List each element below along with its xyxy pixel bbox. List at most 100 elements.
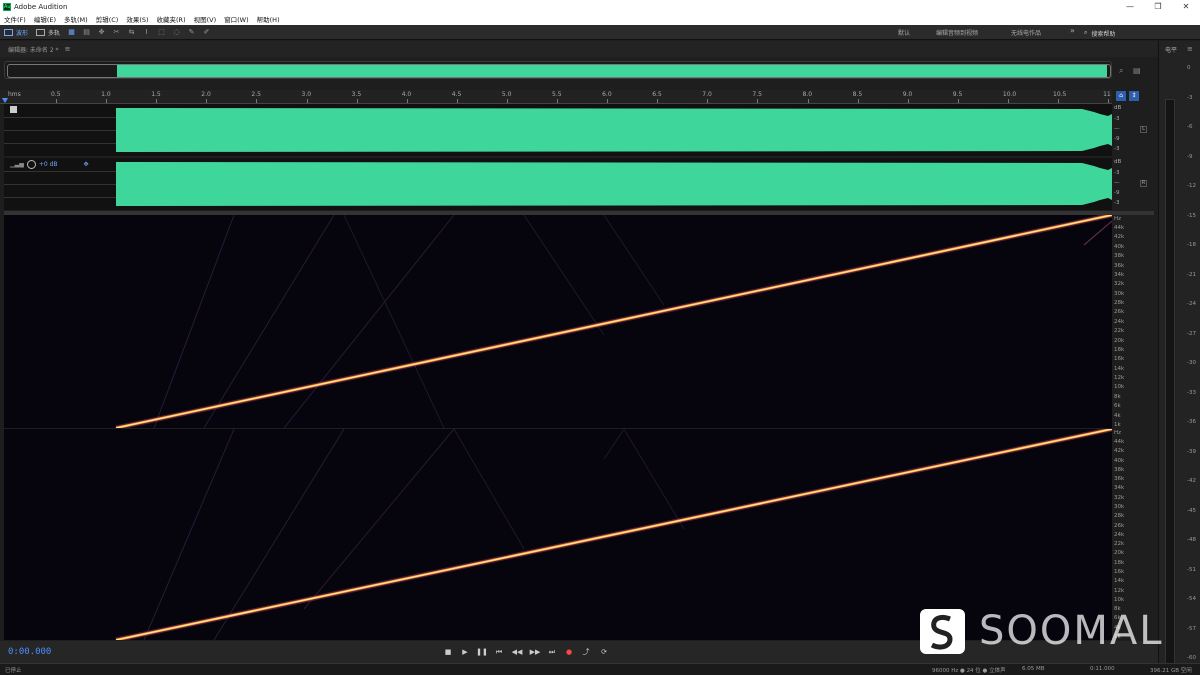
go-to-end-button[interactable]: ⏭ bbox=[546, 646, 558, 658]
soomal-logo bbox=[920, 608, 965, 654]
waveform-left-shape bbox=[116, 108, 1112, 152]
brush-tool-icon[interactable]: ✎ bbox=[187, 28, 196, 37]
move-tool-icon[interactable]: ✥ bbox=[97, 28, 106, 37]
hz-tick-label: 22k bbox=[1114, 541, 1125, 548]
overview-view-range[interactable] bbox=[7, 64, 1111, 78]
rewind-button[interactable]: ◀◀ bbox=[511, 646, 523, 658]
record-button[interactable]: ● bbox=[563, 646, 575, 658]
menu-clip[interactable]: 剪辑(C) bbox=[96, 14, 119, 24]
right-channel-badge[interactable]: R bbox=[1140, 180, 1147, 187]
ruler-tick-label: 9.0 bbox=[902, 91, 913, 98]
loop-playback-button[interactable]: ⤴ bbox=[580, 646, 592, 658]
editor-title[interactable]: 编辑器: 未命名 2 * bbox=[8, 45, 59, 54]
file-size: 6.05 MB bbox=[1022, 666, 1045, 672]
overview-navigator[interactable] bbox=[4, 61, 1112, 79]
fast-forward-button[interactable]: ▶▶ bbox=[529, 646, 541, 658]
hz-tick-label: 32k bbox=[1114, 281, 1125, 288]
hz-tick-label: 26k bbox=[1114, 522, 1125, 529]
panel-menu-icon[interactable]: ≡ bbox=[65, 45, 71, 53]
stop-button[interactable]: ■ bbox=[442, 646, 454, 658]
workspace-radio-production[interactable]: 无线电作品 bbox=[1011, 28, 1041, 37]
hz-tick-label: 32k bbox=[1114, 494, 1125, 501]
channel-select-icon[interactable] bbox=[10, 106, 17, 113]
zoom-to-fit-icon[interactable]: ⌕ bbox=[1119, 66, 1123, 76]
search-help-field[interactable]: ⌕ 搜索帮助 bbox=[1084, 28, 1158, 38]
ruler-tick bbox=[456, 99, 458, 103]
playback-status: 已停止 bbox=[5, 668, 22, 674]
pause-button[interactable]: ❚❚ bbox=[476, 646, 488, 658]
close-button[interactable]: ✕ bbox=[1172, 0, 1200, 13]
skip-selection-button[interactable]: ⟳ bbox=[598, 646, 610, 658]
menu-multitrack[interactable]: 多轨(M) bbox=[64, 14, 88, 24]
menu-file[interactable]: 文件(F) bbox=[4, 14, 26, 24]
menu-effects[interactable]: 效果(S) bbox=[126, 14, 148, 24]
hz-tick-label: 20k bbox=[1114, 337, 1125, 344]
minimize-button[interactable]: — bbox=[1116, 0, 1144, 13]
workspace-edit-audio-to-video[interactable]: 编辑音频到视频 bbox=[936, 28, 978, 37]
time-selection-tool-icon[interactable]: I bbox=[142, 28, 151, 37]
db-tick-infinity: — bbox=[1114, 126, 1120, 132]
slip-tool-icon[interactable]: ⇆ bbox=[127, 28, 136, 37]
hz-tick-label: 30k bbox=[1114, 504, 1125, 510]
ruler-tick-label: 5.5 bbox=[552, 91, 562, 98]
go-to-start-button[interactable]: ⏮ bbox=[493, 646, 505, 658]
ruler-tick-label: 2.0 bbox=[201, 91, 211, 98]
multitrack-view-button[interactable]: 多轨 bbox=[32, 27, 64, 38]
ruler-tick bbox=[106, 99, 108, 103]
workspace-default[interactable]: 默认 bbox=[898, 28, 910, 37]
ruler-tick-label: 10.0 bbox=[1002, 91, 1017, 98]
menu-edit[interactable]: 编辑(E) bbox=[34, 14, 56, 24]
menu-favorites[interactable]: 收藏夹(R) bbox=[157, 14, 186, 24]
db-scale-left: dB -3 — -9 -3 L bbox=[1112, 104, 1156, 156]
current-time-display[interactable]: 0:00.000 bbox=[8, 647, 51, 657]
spectral-frequency-icon[interactable]: ▦ bbox=[67, 28, 76, 37]
ruler-tick-label: 7.5 bbox=[752, 91, 762, 98]
left-channel-badge[interactable]: L bbox=[1140, 126, 1147, 133]
lasso-tool-icon[interactable]: ◌ bbox=[172, 28, 181, 37]
time-ruler[interactable]: hms 0.5 1.0 1.5 2.0 2.5 3.0 3.5 4.0 4.5 5.0 5.5 6.0… bbox=[0, 90, 1112, 104]
meter-scale-label: -24 bbox=[1187, 301, 1196, 307]
hz-scale-left: Hz 44k 42k 40k 38k 36k 34k 32k 30k 28k 26k 24k 22k 20… bbox=[1112, 215, 1156, 428]
hz-tick-label: 24k bbox=[1114, 531, 1125, 538]
hz-tick-label: 38k bbox=[1114, 466, 1125, 473]
free-disk-space: 396.21 GB 空闲 bbox=[1150, 668, 1192, 674]
menu-view[interactable]: 视图(V) bbox=[194, 14, 217, 24]
razor-tool-icon[interactable]: ✂ bbox=[112, 28, 121, 37]
db-unit-right: dB bbox=[1114, 159, 1122, 165]
spectrogram-channel-left[interactable] bbox=[4, 215, 1112, 428]
soomal-watermark: SOOMAL bbox=[920, 606, 1164, 656]
marquee-tool-icon[interactable]: ⬚ bbox=[157, 28, 166, 37]
playhead-marker[interactable] bbox=[2, 98, 8, 103]
menu-help[interactable]: 帮助(H) bbox=[257, 14, 280, 24]
pin-icon[interactable]: ↕ bbox=[1129, 91, 1139, 101]
overview-options-icon[interactable]: ▤ bbox=[1133, 66, 1141, 75]
waveform-channel-left[interactable] bbox=[4, 104, 1112, 156]
meter-menu-icon[interactable]: ≡ bbox=[1187, 45, 1193, 53]
meter-scale-label: -21 bbox=[1187, 271, 1196, 278]
menu-window[interactable]: 窗口(W) bbox=[224, 14, 249, 24]
ruler-tick-label: 11 bbox=[1103, 91, 1111, 98]
pin-hud-icon[interactable]: ✥ bbox=[84, 161, 89, 168]
ruler-tick-label: 5.0 bbox=[501, 91, 512, 98]
hz-tick-label: 44k bbox=[1114, 225, 1125, 231]
hz-tick-label: 38k bbox=[1114, 253, 1125, 260]
waveform-channel-right[interactable] bbox=[4, 158, 1112, 210]
volume-knob[interactable] bbox=[26, 160, 36, 169]
hz-tick-label: 20k bbox=[1114, 550, 1125, 557]
hz-tick-label: 14k bbox=[1114, 578, 1125, 585]
meter-scale-label: -12 bbox=[1187, 183, 1196, 189]
spectrogram-left-svg bbox=[115, 215, 1112, 428]
waveform-view-button[interactable]: 波形 bbox=[0, 27, 32, 38]
ruler-unit: hms bbox=[8, 91, 21, 98]
db-tick: -3 bbox=[1114, 146, 1120, 152]
more-workspaces-button[interactable]: » bbox=[1070, 26, 1075, 35]
maximize-button[interactable]: ❐ bbox=[1144, 0, 1172, 13]
snap-icon[interactable]: ⌂ bbox=[1116, 91, 1126, 101]
spot-healing-tool-icon[interactable]: ✐ bbox=[202, 28, 211, 37]
toolbar: 波形 多轨 ▦ ▤ ✥ ✂ ⇆ I ⬚ ◌ ✎ ✐ 默认 编辑音频到视频 无线电… bbox=[0, 25, 1200, 40]
volume-value[interactable]: +0 dB bbox=[39, 161, 58, 168]
spectral-pitch-icon[interactable]: ▤ bbox=[82, 28, 91, 37]
play-button[interactable]: ▶ bbox=[459, 646, 471, 658]
ruler-tick-label: 4.5 bbox=[451, 91, 462, 98]
search-help-placeholder: 搜索帮助 bbox=[1091, 30, 1116, 38]
